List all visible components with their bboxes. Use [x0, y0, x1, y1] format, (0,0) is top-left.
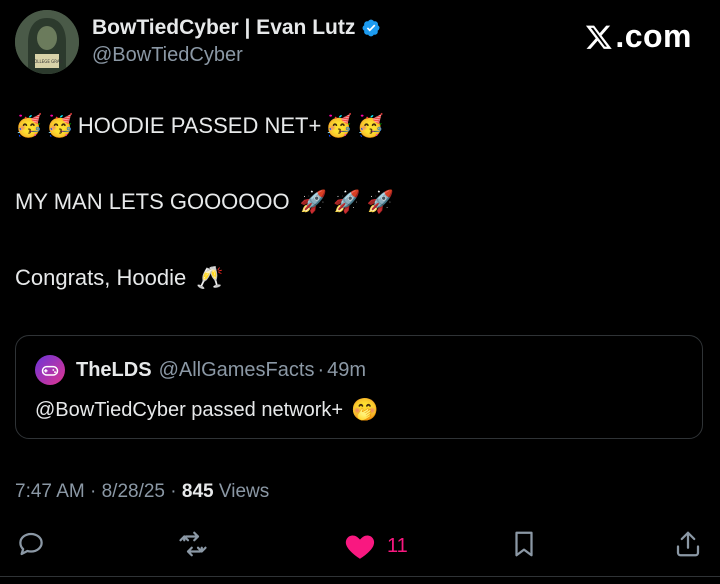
bottom-divider	[0, 576, 720, 577]
quote-avatar[interactable]	[35, 355, 65, 385]
author-name[interactable]: BowTiedCyber | Evan Lutz	[92, 16, 355, 40]
tweet-line-2: MY MAN LETS GOOOOOO 🚀 🚀 🚀	[15, 189, 394, 215]
meta-separator: ·	[170, 481, 177, 502]
reply-icon	[19, 532, 43, 556]
avatar-caption: COLLEGE GRAD	[31, 59, 62, 64]
views-count: 845	[181, 481, 214, 502]
tweet-text: MY MAN LETS GOOOOOO	[15, 189, 290, 214]
tweet-text: Congrats, Hoodie	[15, 265, 187, 290]
author-avatar[interactable]: COLLEGE GRAD	[15, 10, 79, 74]
share-button[interactable]	[673, 529, 703, 559]
like-button[interactable]: 11	[343, 529, 408, 563]
quote-header: TheLDS @AllGamesFacts · 49m	[76, 359, 366, 382]
hand-over-mouth-emoji: 🤭	[351, 398, 379, 423]
party-emoji: 🥳	[15, 113, 43, 139]
tweet-text: HOODIE PASSED NET+	[77, 113, 322, 138]
party-emoji: 🥳	[46, 113, 74, 139]
party-emoji: 🥳	[356, 113, 385, 139]
bookmark-icon	[515, 531, 533, 557]
heart-icon	[345, 535, 375, 559]
quote-text: @BowTiedCyber passed network+	[35, 399, 344, 421]
tweet-meta: 7:47 AM · 8/28/25 · 845 Views	[15, 481, 269, 503]
x-logo-icon	[586, 25, 613, 49]
like-count: 11	[387, 534, 408, 557]
quote-author-name[interactable]: TheLDS	[76, 359, 152, 382]
retweet-icon	[179, 531, 207, 557]
brand-label: .com	[615, 18, 692, 54]
rocket-emoji: 🚀	[299, 189, 328, 215]
views-label: Views	[218, 481, 270, 502]
retweet-button[interactable]	[178, 529, 208, 559]
rocket-emoji: 🚀	[333, 189, 361, 215]
hooded-figure-avatar: COLLEGE GRAD	[15, 10, 79, 74]
author-name-row[interactable]: BowTiedCyber | Evan Lutz	[92, 16, 381, 40]
rocket-emoji: 🚀	[366, 189, 394, 215]
share-icon	[676, 531, 700, 557]
action-bar: 11	[0, 529, 720, 563]
quote-text-row: @BowTiedCyber passed network+ 🤭	[35, 398, 378, 423]
reply-button[interactable]	[16, 529, 46, 559]
bookmark-button[interactable]	[509, 529, 539, 559]
party-emoji: 🥳	[325, 113, 353, 139]
game-controller-icon	[41, 365, 59, 376]
tweet-line-3: Congrats, Hoodie 🥂	[15, 265, 224, 291]
author-handle[interactable]: @BowTiedCyber	[92, 44, 243, 67]
tweet-date[interactable]: 8/28/25	[102, 481, 165, 502]
verified-badge-icon	[362, 19, 380, 37]
quote-separator: ·	[317, 359, 325, 381]
x-brand: .com	[585, 18, 692, 55]
quote-author-handle[interactable]: @AllGamesFacts	[159, 359, 315, 382]
champagne-emoji: 🥂	[196, 265, 224, 291]
quoted-tweet[interactable]: TheLDS @AllGamesFacts · 49m @BowTiedCybe…	[15, 335, 703, 439]
meta-separator: ·	[90, 481, 97, 502]
tweet-time[interactable]: 7:47 AM	[15, 481, 85, 502]
tweet-line-1: 🥳 🥳 HOODIE PASSED NET+ 🥳 🥳	[15, 113, 384, 139]
quote-age: 49m	[327, 359, 367, 381]
